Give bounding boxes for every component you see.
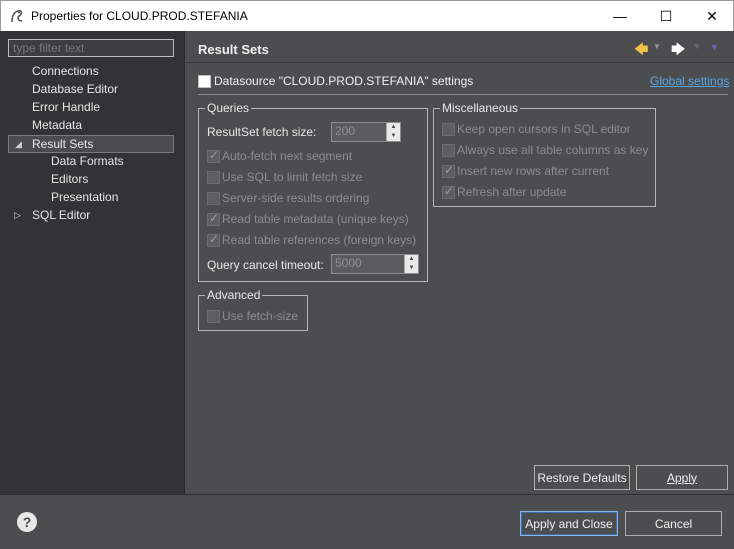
tree-item-error-handle[interactable]: Error Handle	[8, 98, 174, 116]
checkbox-label: Refresh after update	[457, 185, 567, 199]
checkbox-label: Server-side results ordering	[222, 191, 370, 205]
tree-item-label: Editors	[51, 172, 89, 186]
fetch-size-value: 200	[335, 124, 356, 138]
forward-menu-chevron-icon[interactable]: ▼	[693, 42, 701, 60]
query-timeout-spinner[interactable]: 5000 ▲ ▼	[331, 254, 419, 274]
back-menu-chevron-icon[interactable]: ▼	[653, 42, 661, 60]
timeout-value: 5000	[335, 256, 362, 270]
global-settings-link[interactable]: Global settings	[650, 74, 729, 88]
checkbox-label: Auto-fetch next segment	[222, 149, 353, 163]
timeout-label: Query cancel timeout:	[207, 258, 324, 272]
checkbox-box[interactable]	[198, 75, 211, 88]
insert-after-current-checkbox[interactable]: Insert new rows after current	[442, 163, 654, 180]
miscellaneous-group: Miscellaneous Keep open cursors in SQL e…	[433, 101, 656, 207]
checkbox-box[interactable]	[442, 144, 455, 157]
spinner-down-icon[interactable]: ▼	[386, 132, 400, 141]
spinner-down-icon[interactable]: ▼	[404, 264, 418, 273]
group-legend: Advanced	[205, 288, 263, 302]
advanced-group: Advanced Use fetch-size	[198, 288, 308, 331]
help-icon[interactable]: ?	[17, 512, 37, 532]
maximize-icon: ☐	[659, 7, 673, 24]
group-legend: Miscellaneous	[440, 101, 521, 115]
datasource-settings-checkbox[interactable]: Datasource "CLOUD.PROD.STEFANIA" setting…	[198, 73, 528, 89]
tree-item-label: Result Sets	[32, 137, 94, 151]
checkbox-box[interactable]	[207, 232, 220, 247]
tree-item-editors[interactable]: Editors	[8, 170, 174, 188]
window-title: Properties for CLOUD.PROD.STEFANIA	[31, 9, 248, 23]
tree-item-metadata[interactable]: Metadata	[8, 116, 174, 134]
maximize-button[interactable]: ☐	[643, 1, 689, 31]
close-button[interactable]: ✕	[689, 1, 734, 31]
checkbox-box[interactable]	[207, 192, 220, 205]
tree-item-label: Data Formats	[51, 154, 124, 168]
spinner-up-icon[interactable]: ▲	[404, 255, 418, 264]
tree-item-presentation[interactable]: Presentation	[8, 188, 174, 206]
fetch-size-label: ResultSet fetch size:	[207, 125, 317, 139]
checkbox-label: Datasource "CLOUD.PROD.STEFANIA" setting…	[214, 74, 474, 88]
group-legend: Queries	[205, 101, 252, 115]
use-fetch-size-checkbox[interactable]: Use fetch-size	[207, 309, 307, 325]
checkbox-label: Insert new rows after current	[457, 164, 610, 178]
close-icon: ✕	[706, 7, 718, 24]
use-sql-limit-checkbox[interactable]: Use SQL to limit fetch size	[207, 170, 427, 186]
checkbox-label: Read table metadata (unique keys)	[222, 212, 409, 226]
result-sets-page: Result Sets 🡄 ▼ 🡆 ▼ ▼ Datasource "CLOUD.…	[186, 31, 734, 494]
tree-item-label: Database Editor	[32, 82, 119, 96]
checkbox-label: Always use all table columns as key	[457, 143, 649, 157]
tree-item-result-sets[interactable]: ◢ Result Sets	[8, 135, 174, 153]
restore-defaults-button[interactable]: Restore Defaults	[534, 465, 630, 490]
checkbox-label: Read table references (foreign keys)	[222, 233, 417, 247]
tree-item-connections[interactable]: Connections	[8, 62, 174, 80]
apply-and-close-button[interactable]: Apply and Close	[520, 511, 618, 536]
tree-item-label: Metadata	[32, 118, 83, 132]
checkbox-label: Keep open cursors in SQL editor	[457, 122, 631, 136]
tree-item-label: Connections	[32, 64, 99, 78]
preferences-tree-pane: Connections Database Editor Error Handle…	[0, 31, 185, 494]
checkbox-box[interactable]	[442, 123, 455, 136]
checkbox-box[interactable]	[442, 184, 455, 199]
view-menu-icon[interactable]: ▼	[710, 42, 719, 60]
read-metadata-checkbox[interactable]: Read table metadata (unique keys)	[207, 211, 427, 228]
dbeaver-app-icon	[11, 9, 23, 23]
forward-arrow-icon[interactable]: 🡆	[671, 39, 685, 57]
fetch-size-spinner[interactable]: 200 ▲ ▼	[331, 122, 401, 142]
checkbox-box[interactable]	[207, 148, 220, 163]
page-title: Result Sets	[198, 42, 269, 57]
back-arrow-icon[interactable]: 🡄	[634, 39, 648, 57]
auto-fetch-checkbox[interactable]: Auto-fetch next segment	[207, 148, 427, 165]
apply-button[interactable]: Apply	[636, 465, 728, 490]
tree-item-label: Error Handle	[32, 100, 101, 114]
refresh-after-update-checkbox[interactable]: Refresh after update	[442, 184, 654, 201]
checkbox-box[interactable]	[207, 310, 220, 323]
collapsed-triangle-icon[interactable]: ▷	[14, 206, 24, 224]
server-side-ordering-checkbox[interactable]: Server-side results ordering	[207, 191, 427, 207]
checkbox-label: Use fetch-size	[222, 309, 299, 323]
minimize-button[interactable]: —	[597, 1, 643, 31]
spinner-up-icon[interactable]: ▲	[386, 123, 400, 132]
dialog-button-bar: ? Apply and Close Cancel	[0, 494, 734, 549]
read-references-checkbox[interactable]: Read table references (foreign keys)	[207, 232, 427, 249]
checkbox-box[interactable]	[442, 163, 455, 178]
tree-item-label: SQL Editor	[32, 208, 91, 222]
minimize-icon: —	[613, 8, 627, 24]
all-columns-key-checkbox[interactable]: Always use all table columns as key	[442, 143, 654, 159]
checkbox-box[interactable]	[207, 211, 220, 226]
title-bar: Properties for CLOUD.PROD.STEFANIA — ☐ ✕	[0, 0, 734, 31]
checkbox-label: Use SQL to limit fetch size	[222, 170, 363, 184]
filter-input[interactable]	[8, 39, 174, 57]
queries-group: Queries ResultSet fetch size: 200 ▲ ▼ Au…	[198, 101, 428, 282]
tree-item-database-editor[interactable]: Database Editor	[8, 80, 174, 98]
tree-item-sql-editor[interactable]: ▷ SQL Editor	[8, 206, 174, 224]
tree-item-label: Presentation	[51, 190, 119, 204]
tree-item-data-formats[interactable]: Data Formats	[8, 152, 174, 170]
keep-cursors-checkbox[interactable]: Keep open cursors in SQL editor	[442, 122, 654, 138]
separator	[198, 94, 728, 95]
checkbox-box[interactable]	[207, 171, 220, 184]
cancel-button[interactable]: Cancel	[625, 511, 722, 536]
